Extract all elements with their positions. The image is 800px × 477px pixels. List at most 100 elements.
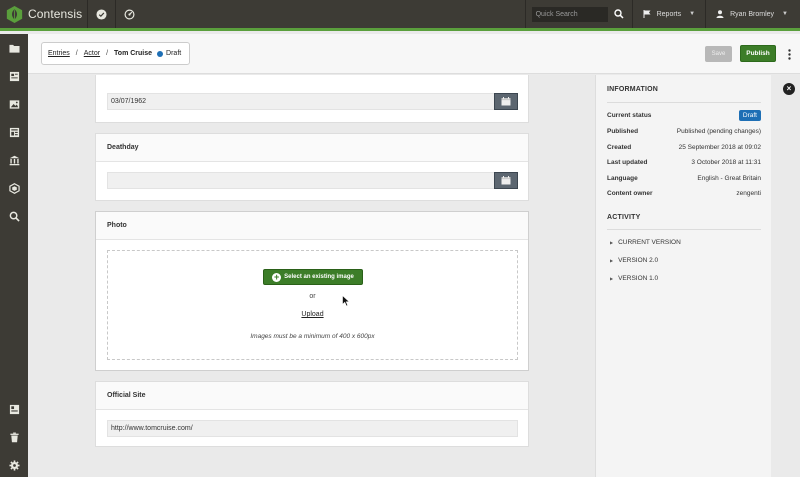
breadcrumb-status: Draft bbox=[166, 50, 182, 57]
info-key: Current status bbox=[607, 111, 652, 119]
version-label: VERSION 2.0 bbox=[618, 257, 659, 264]
flag-icon bbox=[643, 10, 651, 18]
more-options-icon[interactable] bbox=[784, 46, 794, 62]
breadcrumb-actor-link[interactable]: Actor bbox=[84, 50, 100, 57]
chevron-right-icon: ▶ bbox=[610, 276, 614, 281]
sidebar-item-search[interactable] bbox=[0, 202, 28, 230]
status-dot-icon bbox=[157, 50, 164, 57]
calendar-button[interactable] bbox=[494, 172, 518, 189]
app-logo[interactable]: Contensis bbox=[0, 0, 87, 28]
search-input[interactable]: Quick Search bbox=[531, 6, 608, 22]
status-badge: Draft bbox=[738, 109, 761, 121]
info-value: 25 September 2018 at 09:02 bbox=[678, 143, 761, 151]
quick-search: Quick Search bbox=[524, 0, 632, 28]
sidebar-item-library[interactable] bbox=[0, 146, 28, 174]
info-value: 3 October 2018 at 11:31 bbox=[691, 158, 761, 166]
info-value: Published (pending changes) bbox=[676, 127, 761, 135]
folder-icon bbox=[8, 44, 20, 53]
breadcrumb-entries-link[interactable]: Entries bbox=[48, 50, 70, 57]
check-circle-icon bbox=[96, 8, 107, 20]
close-panel-icon[interactable]: × bbox=[783, 83, 795, 95]
sidebar-item-folders[interactable] bbox=[0, 34, 28, 62]
breadcrumb-separator: / bbox=[75, 50, 78, 57]
entry-editor: 03/07/1962 Deathday Photo + Select an ex… bbox=[28, 75, 594, 477]
sidebar-item-site-view[interactable] bbox=[0, 395, 28, 423]
sidebar-item-images[interactable] bbox=[0, 90, 28, 118]
sidebar-item-blocks[interactable] bbox=[0, 174, 28, 202]
activity-title: ACTIVITY bbox=[607, 214, 641, 221]
chevron-right-icon: ▶ bbox=[610, 258, 614, 263]
search-button[interactable] bbox=[610, 5, 628, 23]
info-key: Last updated bbox=[607, 158, 648, 166]
left-sidebar bbox=[0, 34, 28, 477]
sidebar-item-entries[interactable] bbox=[0, 62, 28, 90]
user-icon bbox=[716, 10, 724, 18]
reports-label: Reports bbox=[656, 10, 682, 18]
or-label: or bbox=[309, 293, 316, 300]
upload-link[interactable]: Upload bbox=[108, 311, 517, 318]
calendar-button[interactable] bbox=[494, 93, 518, 110]
information-title: INFORMATION bbox=[607, 86, 659, 93]
select-image-label: Select an existing image bbox=[284, 274, 354, 280]
user-name: Ryan Bromley bbox=[730, 10, 775, 18]
blocks-icon bbox=[8, 182, 20, 194]
image-dropzone[interactable]: + Select an existing image or Upload Ima… bbox=[107, 250, 518, 360]
info-key: Published bbox=[607, 127, 639, 135]
check-circle-button[interactable] bbox=[87, 0, 115, 28]
sidebar-item-trash[interactable] bbox=[0, 423, 28, 451]
info-key: Created bbox=[607, 143, 632, 151]
calendar-icon bbox=[501, 97, 511, 106]
deathday-label: Deathday bbox=[96, 134, 528, 162]
save-button[interactable]: Save bbox=[705, 46, 732, 62]
reports-menu[interactable]: Reports ▼ bbox=[631, 0, 705, 28]
divider bbox=[607, 102, 761, 103]
image-requirement-note: Images must be a minimum of 400 x 600px bbox=[250, 333, 375, 340]
birthday-input[interactable]: 03/07/1962 bbox=[107, 93, 495, 110]
search-icon bbox=[613, 9, 624, 19]
info-value: English - Great Britain bbox=[697, 174, 761, 182]
chevron-right-icon: ▶ bbox=[610, 240, 614, 245]
chevron-down-icon: ▼ bbox=[782, 11, 788, 17]
version-item-1[interactable]: ▶ VERSION 1.0 bbox=[610, 275, 658, 282]
plus-circle-icon: + bbox=[272, 271, 282, 282]
info-value: zengenti bbox=[736, 189, 761, 197]
publish-button[interactable]: Publish bbox=[740, 45, 776, 62]
official-site-field-card: Official Site http://www.tomcruise.com/ bbox=[95, 381, 529, 447]
mouse-cursor-icon bbox=[342, 295, 350, 307]
official-site-input[interactable]: http://www.tomcruise.com/ bbox=[107, 420, 518, 437]
breadcrumb: Entries / Actor / Tom Cruise Draft bbox=[41, 42, 191, 65]
sidebar-item-settings[interactable] bbox=[0, 451, 28, 477]
trash-icon bbox=[9, 432, 19, 442]
dashboard-button[interactable] bbox=[115, 0, 143, 28]
sidebar-item-content-types[interactable] bbox=[0, 118, 28, 146]
entry-header: Entries / Actor / Tom Cruise Draft Save … bbox=[28, 34, 800, 74]
birthday-field-card: 03/07/1962 bbox=[95, 75, 529, 123]
contensis-logo-icon bbox=[6, 5, 23, 23]
top-bar: Contensis Quick Search Reports ▼ Ryan Br… bbox=[0, 0, 800, 31]
user-menu[interactable]: Ryan Bromley ▼ bbox=[705, 0, 800, 28]
official-site-label: Official Site bbox=[96, 382, 528, 410]
breadcrumb-current: Tom Cruise bbox=[114, 50, 153, 57]
breadcrumb-separator: / bbox=[106, 50, 109, 57]
gear-icon bbox=[8, 459, 20, 471]
select-existing-image-button[interactable]: + Select an existing image bbox=[263, 269, 363, 285]
app-name: Contensis bbox=[28, 7, 83, 21]
info-row-language: Language English - Great Britain bbox=[607, 172, 761, 184]
info-row-content-owner: Content owner zengenti bbox=[607, 187, 761, 199]
photo-label: Photo bbox=[96, 212, 528, 240]
version-item-2[interactable]: ▶ VERSION 2.0 bbox=[610, 257, 658, 264]
deathday-input[interactable] bbox=[107, 172, 495, 189]
info-row-created: Created 25 September 2018 at 09:02 bbox=[607, 141, 761, 153]
search-icon bbox=[9, 211, 20, 222]
info-row-status: Current status Draft bbox=[607, 109, 761, 121]
divider bbox=[607, 229, 761, 230]
information-panel: INFORMATION Current status Draft Publish… bbox=[595, 75, 771, 477]
calendar-icon bbox=[501, 176, 511, 185]
photo-field-card: Photo + Select an existing image or Uplo… bbox=[95, 211, 529, 371]
info-row-last-updated: Last updated 3 October 2018 at 11:31 bbox=[607, 156, 761, 168]
content-types-icon bbox=[9, 127, 19, 137]
version-item-current[interactable]: ▶ CURRENT VERSION bbox=[610, 239, 681, 246]
site-view-icon bbox=[9, 404, 19, 414]
version-label: CURRENT VERSION bbox=[618, 239, 681, 246]
deathday-field-card: Deathday bbox=[95, 133, 529, 201]
